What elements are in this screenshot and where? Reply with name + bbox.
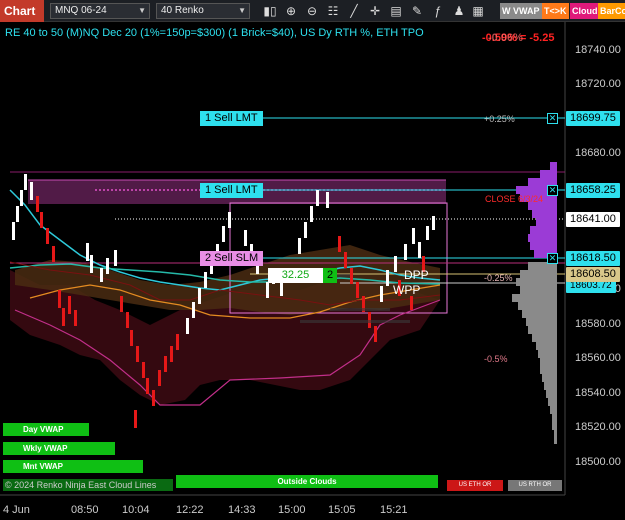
toolbar: Chart MNQ 06-24 ▼ 40 Renko ▼ ▮▯ ⊕ ⊖ ☷ ╱ …	[0, 0, 625, 22]
tpo-profile-gray	[512, 262, 557, 444]
dpp-label: DPP	[404, 268, 429, 282]
price-axis-label: 18680.00	[575, 147, 621, 159]
time-axis-label: 15:21	[380, 504, 408, 516]
time-axis-label: 10:04	[122, 504, 150, 516]
instrument-label: MNQ 06-24	[55, 5, 107, 16]
chart-menu-button[interactable]: Chart	[0, 0, 44, 22]
properties-icon[interactable]: ☷	[325, 3, 341, 19]
close-label: CLOSE 6/3/24	[485, 194, 544, 204]
drawing-icon[interactable]: ╱	[346, 3, 362, 19]
bar-type-label: 40 Renko	[161, 5, 204, 16]
cancel-order-1-icon[interactable]: ✕	[547, 113, 558, 124]
bars-icon[interactable]: ▮▯	[262, 3, 278, 19]
price-axis-label: 18540.00	[575, 387, 621, 399]
price-axis-label: 18740.00	[575, 44, 621, 56]
order1-price-tag[interactable]: 18699.75	[566, 111, 620, 126]
price-axis-label: 18580.00	[575, 318, 621, 330]
pnl-overlay: -0.06%	[488, 32, 523, 44]
chevron-down-icon: ▼	[138, 6, 146, 15]
order3-price-tag[interactable]: 18618.50	[566, 251, 620, 266]
price-axis-label: 18560.00	[575, 352, 621, 364]
instrument-selector[interactable]: MNQ 06-24 ▼	[50, 3, 150, 19]
tk-button[interactable]: T<>K	[542, 3, 569, 19]
chart-trader-icon[interactable]: ▦	[470, 3, 486, 19]
day-vwap-legend[interactable]: Day VWAP	[3, 423, 89, 436]
us-eth-or-badge: US ETH OR	[447, 480, 503, 491]
strategy-icon[interactable]: ♟	[451, 3, 467, 19]
magnifier-minus-icon[interactable]: ⊖	[304, 3, 320, 19]
price-axis-label: 18520.00	[575, 421, 621, 433]
orders-icon[interactable]: ▤	[388, 3, 404, 19]
cloud-button[interactable]: Cloud	[570, 3, 600, 19]
crosshair-icon[interactable]: ✛	[367, 3, 383, 19]
position-pnl[interactable]: 32.25	[268, 268, 323, 283]
cancel-order-3-icon[interactable]: ✕	[547, 253, 558, 264]
wpp-label: WPP	[393, 283, 421, 297]
indicators-icon[interactable]: ƒ	[430, 3, 446, 19]
current-price-tag: 18641.00	[566, 212, 620, 227]
time-axis-label: 08:50	[71, 504, 99, 516]
price-axis-label: 18720.00	[575, 78, 621, 90]
magnifier-plus-icon[interactable]: ⊕	[283, 3, 299, 19]
tpo-profile-purple	[516, 162, 557, 258]
copyright-label: © 2024 Renko Ninja East Cloud Lines	[3, 479, 173, 491]
sell-limit-order-2[interactable]: 1 Sell LMT	[200, 183, 263, 198]
time-axis-label: 12:22	[176, 504, 204, 516]
outside-clouds-badge: Outside Clouds	[176, 475, 438, 488]
monthly-vwap-legend[interactable]: Mnt VWAP	[3, 460, 143, 473]
pct-label-plus025: +0.25%	[484, 114, 515, 124]
level-price-tag: 18608.50	[566, 267, 620, 282]
us-rth-or-badge: US RTH OR	[508, 480, 562, 491]
w-vwap-button[interactable]: W VWAP	[500, 3, 542, 19]
sell-limit-order-1[interactable]: 1 Sell LMT	[200, 111, 263, 126]
chevron-down-icon: ▼	[238, 6, 246, 15]
time-axis-label: 4 Jun	[3, 504, 30, 516]
bar-type-selector[interactable]: 40 Renko ▼	[156, 3, 250, 19]
position-qty[interactable]: 2	[323, 268, 337, 283]
order2-price-tag[interactable]: 18658.25	[566, 183, 620, 198]
time-axis-label: 15:00	[278, 504, 306, 516]
pen-icon[interactable]: ✎	[409, 3, 425, 19]
price-axis-label: 18500.00	[575, 456, 621, 468]
time-axis-label: 15:05	[328, 504, 356, 516]
barcolor-button[interactable]: BarCo	[598, 3, 625, 19]
weekly-vwap-legend[interactable]: Wkly VWAP	[3, 442, 115, 455]
time-axis-label: 14:33	[228, 504, 256, 516]
pct-label-minus025: -0.25%	[484, 273, 513, 283]
cancel-order-2-icon[interactable]: ✕	[547, 185, 558, 196]
sell-stop-limit-order[interactable]: 2 Sell SLM	[200, 251, 264, 266]
chart-title: RE 40 to 50 (M)NQ Dec 20 (1%=150p=$300) …	[5, 27, 424, 39]
pct-label-minus05: -0.5%	[484, 354, 508, 364]
